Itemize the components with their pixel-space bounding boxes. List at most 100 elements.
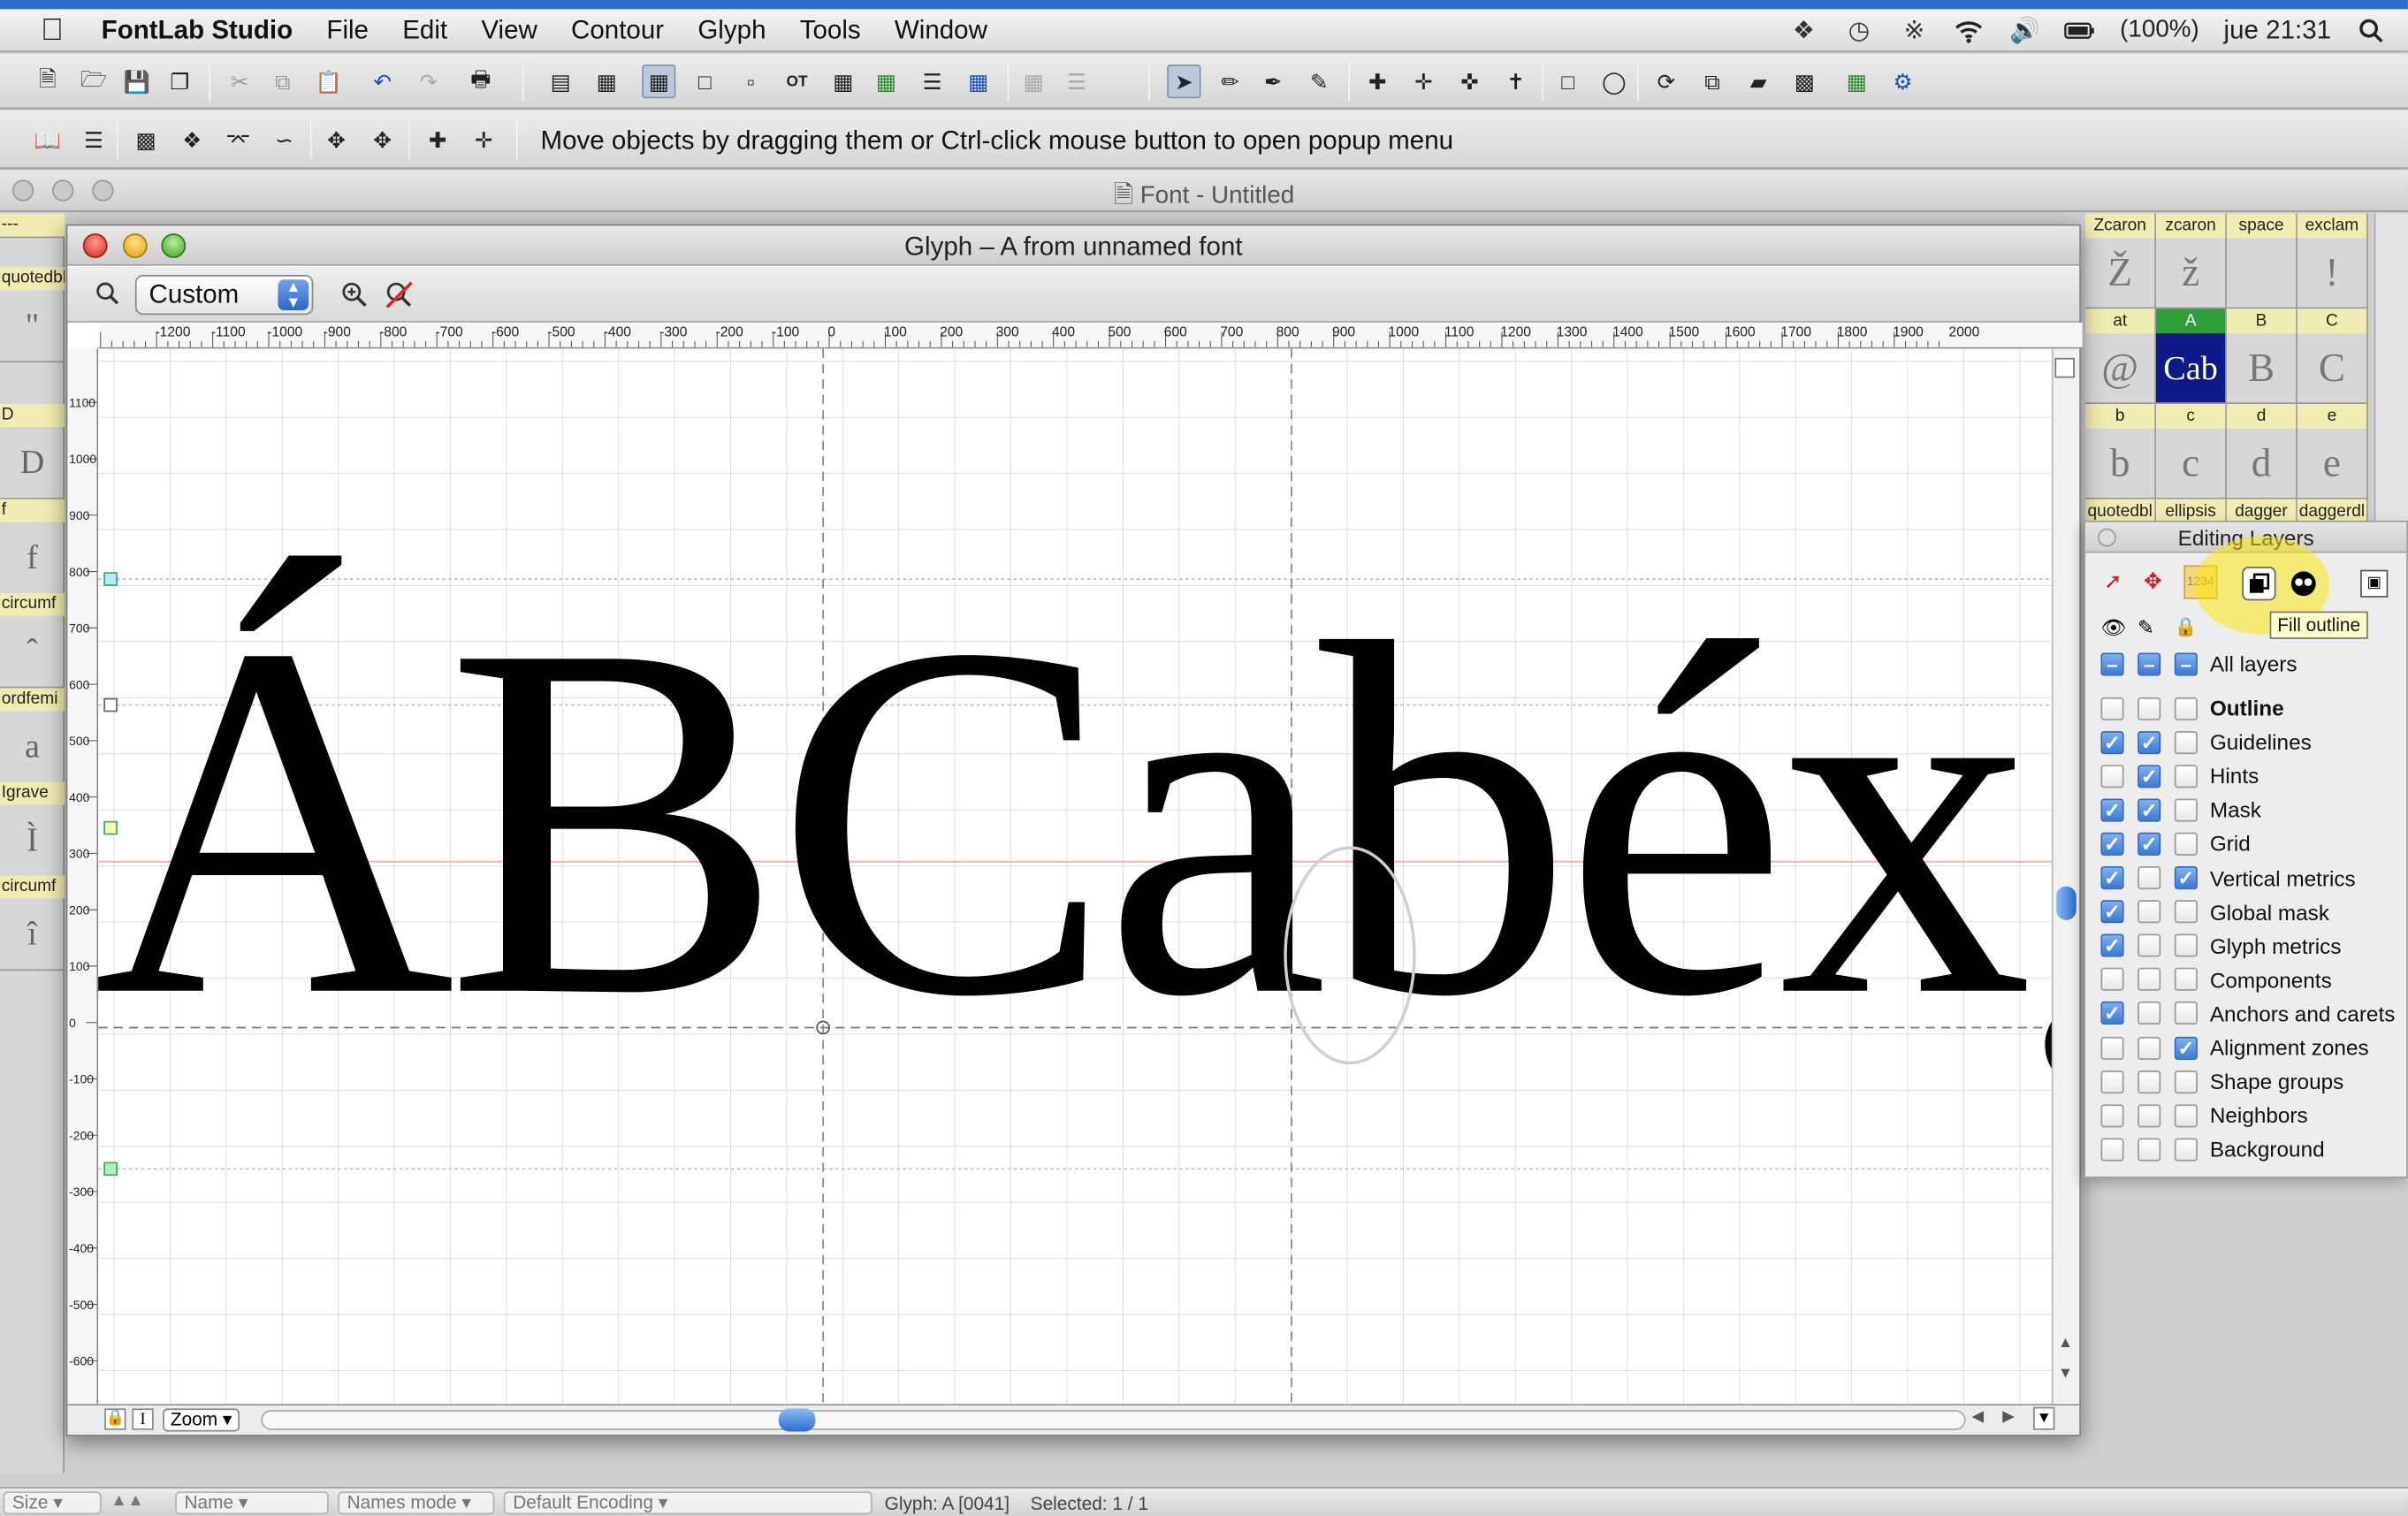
paste-icon[interactable]: 📋 xyxy=(312,65,346,98)
editable-checkbox[interactable] xyxy=(2137,1138,2161,1162)
font-cell[interactable]: Igrave Ì xyxy=(0,781,65,878)
tangent-node-tool-icon[interactable]: ✝ xyxy=(1499,65,1533,98)
locked-checkbox[interactable] xyxy=(2174,900,2198,924)
multiple-master-icon[interactable]: ▦ xyxy=(1017,65,1050,98)
table-icon[interactable]: ☰ xyxy=(915,65,949,98)
opentype-icon[interactable]: OT xyxy=(780,65,813,98)
editable-checkbox[interactable]: ✓ xyxy=(2137,832,2161,856)
bounding-box-icon[interactable]: ▩ xyxy=(129,123,163,156)
scroll-right-icon[interactable]: ▶ xyxy=(2002,1408,2014,1425)
horizontal-scroll-thumb[interactable] xyxy=(778,1408,816,1432)
kerning-window-icon[interactable]: ▦ xyxy=(590,65,623,98)
font-info-icon[interactable]: ▫ xyxy=(734,65,767,98)
scroll-left-icon[interactable]: ◀ xyxy=(1972,1408,1984,1425)
show-node-numbers-icon[interactable]: ✥ xyxy=(2144,568,2161,595)
redo-icon[interactable]: ↷ xyxy=(412,65,446,98)
locked-checkbox[interactable] xyxy=(2174,1070,2198,1093)
encoding-field[interactable]: Default Encoding ▾ xyxy=(503,1491,873,1515)
visible-checkbox[interactable]: ✓ xyxy=(2100,866,2124,890)
slant-tool-icon[interactable]: ▰ xyxy=(1741,65,1775,98)
scroll-up-icon[interactable]: ▲ xyxy=(2058,1335,2073,1352)
glyph-window-icon[interactable]: ▦ xyxy=(642,64,676,99)
menu-edit[interactable]: Edit xyxy=(402,15,447,46)
layer-row[interactable]: Components xyxy=(2084,963,2408,996)
undo-icon[interactable]: ↶ xyxy=(365,65,399,98)
audit-icon[interactable]: ▦ xyxy=(827,65,860,98)
move-icon[interactable]: ✥ xyxy=(319,123,353,156)
locked-checkbox[interactable] xyxy=(2174,1138,2198,1162)
editable-checkbox[interactable] xyxy=(2137,933,2161,957)
lock-icon[interactable]: 🔒 xyxy=(104,1408,126,1430)
save-icon[interactable]: 💾 xyxy=(120,65,154,98)
size-field[interactable]: Size ▾ xyxy=(3,1491,102,1515)
zoom-reset-icon[interactable] xyxy=(385,281,413,316)
visible-checkbox[interactable] xyxy=(2100,968,2124,992)
layer-row[interactable]: ✓ Glyph metrics xyxy=(2084,929,2408,963)
visible-checkbox[interactable] xyxy=(2100,764,2124,788)
horizontal-scrollbar[interactable] xyxy=(261,1408,1966,1432)
pen-tool-icon[interactable]: ✒ xyxy=(1256,65,1290,98)
font-cell[interactable]: zcaron ž xyxy=(2156,213,2227,309)
open-book-icon[interactable]: 📖 xyxy=(31,123,65,156)
layer-row[interactable]: ✓ ✓ Vertical metrics xyxy=(2084,861,2408,895)
layer-row[interactable]: Outline xyxy=(2084,691,2408,725)
apple-menu-icon[interactable]:  xyxy=(37,15,68,46)
measure-tool-icon[interactable]: ✎ xyxy=(1302,65,1336,98)
font-cell[interactable]: bb xyxy=(2085,403,2157,499)
font-cell[interactable]: circumf î xyxy=(0,875,65,971)
add-point-icon[interactable]: ✚ xyxy=(421,123,454,156)
font-cell[interactable]: at @ xyxy=(2085,309,2157,404)
layers-icon[interactable]: ☰ xyxy=(77,123,110,156)
font-cell[interactable]: --- xyxy=(0,213,65,239)
locked-checkbox[interactable] xyxy=(2174,832,2198,856)
panel-icon[interactable]: ▦ xyxy=(869,65,903,98)
scroll-down-icon[interactable]: ▼ xyxy=(2058,1366,2073,1383)
curve-node-tool-icon[interactable]: ✜ xyxy=(1452,65,1486,98)
battery-icon[interactable] xyxy=(2065,17,2096,44)
time-machine-icon[interactable]: ◷ xyxy=(1843,17,1874,45)
locked-checkbox[interactable] xyxy=(2174,968,2198,992)
print-icon[interactable]: 🖶 xyxy=(464,65,498,98)
clock[interactable]: jue 21:31 xyxy=(2224,15,2332,46)
editable-checkbox[interactable]: ✓ xyxy=(2137,798,2161,822)
curve-icon[interactable]: ∽ xyxy=(267,123,301,156)
glyph-mode-icon[interactable]: ▲▲ xyxy=(110,1491,144,1510)
all-editable-toggle[interactable]: – xyxy=(2137,651,2161,675)
font-cell[interactable]: DD xyxy=(0,403,65,499)
menu-file[interactable]: File xyxy=(326,15,369,46)
visible-checkbox[interactable]: ✓ xyxy=(2100,730,2124,754)
scale-tool-icon[interactable]: ⧉ xyxy=(1696,65,1729,98)
spotlight-search-icon[interactable] xyxy=(2356,17,2387,44)
font-cell[interactable]: Zcaron Ž xyxy=(2085,213,2157,309)
open-icon[interactable]: 🗁 xyxy=(77,65,110,98)
editable-checkbox[interactable] xyxy=(2137,866,2161,890)
font-cell[interactable]: BB xyxy=(2226,309,2298,404)
transform-tool-icon[interactable]: ▩ xyxy=(1787,65,1821,98)
fill-outline-icon[interactable] xyxy=(2242,567,2276,601)
layer-row[interactable]: ✓ ✓ Guidelines xyxy=(2084,725,2408,758)
save-all-icon[interactable]: ❐ xyxy=(163,65,196,98)
locked-checkbox[interactable]: ✓ xyxy=(2174,866,2198,890)
layer-row[interactable]: ✓ ✓ Mask xyxy=(2084,793,2408,827)
text-cursor-icon[interactable]: I xyxy=(132,1408,154,1430)
font-cell[interactable]: ff xyxy=(0,499,65,595)
font-window-scrollbar[interactable] xyxy=(2374,213,2408,522)
visible-checkbox[interactable] xyxy=(2100,1138,2124,1162)
editable-checkbox[interactable] xyxy=(2137,900,2161,924)
locked-checkbox[interactable] xyxy=(2174,697,2198,720)
ellipse-tool-icon[interactable]: ◯ xyxy=(1597,65,1631,98)
dropbox-icon[interactable]: ❖ xyxy=(1788,17,1819,45)
align-icon[interactable]: ⌤ xyxy=(221,123,255,156)
options-tool-icon[interactable]: ⚙ xyxy=(1886,65,1919,98)
names-mode-field[interactable]: Names mode ▾ xyxy=(338,1491,495,1515)
rectangle-tool-icon[interactable]: □ xyxy=(1551,65,1585,98)
menu-glyph[interactable]: Glyph xyxy=(697,15,766,46)
editable-checkbox[interactable]: ✓ xyxy=(2137,764,2161,788)
eraser-tool-icon[interactable]: ✏ xyxy=(1213,65,1246,98)
scroll-corner-icon[interactable] xyxy=(2054,357,2075,378)
font-cell[interactable]: cc xyxy=(2156,403,2227,499)
grid-table-icon[interactable]: ▦ xyxy=(961,65,994,98)
visible-checkbox[interactable]: ✓ xyxy=(2100,900,2124,924)
layer-row[interactable]: Background xyxy=(2084,1132,2408,1166)
editable-checkbox[interactable] xyxy=(2137,1036,2161,1060)
